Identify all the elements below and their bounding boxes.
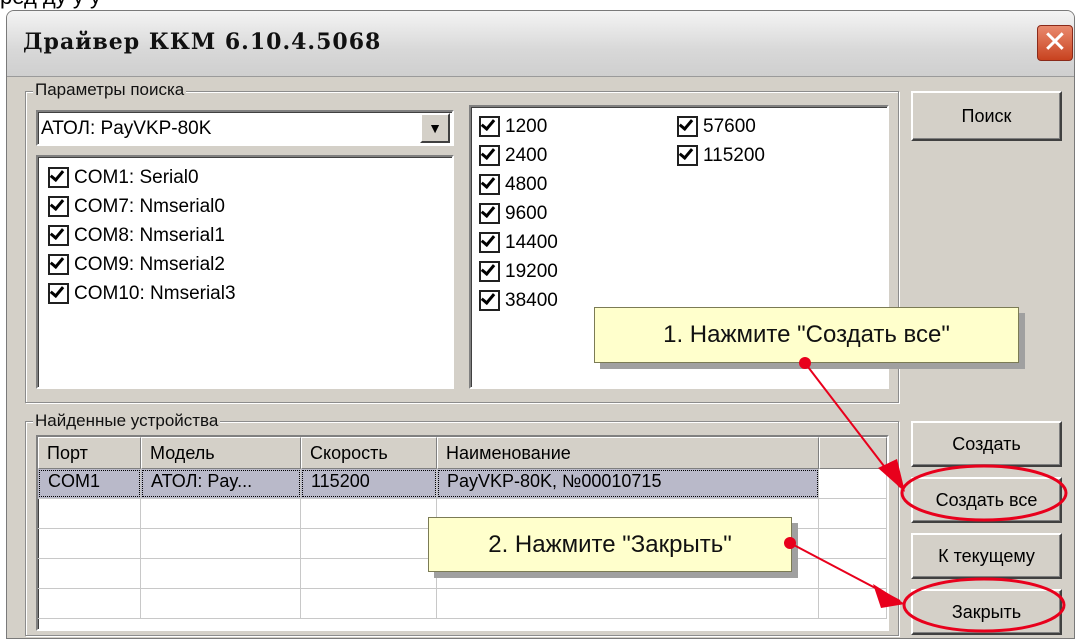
callout-step-1: 1. Нажмите "Создать все" (594, 307, 1019, 363)
baud-rate-label: 9600 (505, 202, 548, 224)
port-label: COM8: Nmserial1 (74, 224, 225, 246)
search-params-legend: Параметры поиска (33, 80, 187, 100)
col-header-extra (819, 437, 887, 469)
checkbox[interactable] (48, 225, 69, 246)
baud-rate-item[interactable]: 4800 (479, 170, 558, 199)
port-item[interactable]: COM1: Serial0 (48, 163, 452, 192)
checkbox[interactable] (479, 145, 500, 166)
baud-rate-item[interactable]: 2400 (479, 141, 558, 170)
checkbox[interactable] (479, 174, 500, 195)
baud-rate-label: 14400 (505, 231, 558, 253)
callout-step-2: 2. Нажмите "Закрыть" (428, 517, 792, 572)
checkbox[interactable] (48, 196, 69, 217)
checkbox[interactable] (479, 232, 500, 253)
close-icon[interactable]: ✕ (1037, 25, 1073, 61)
baud-rate-item[interactable]: 115200 (677, 141, 765, 170)
checkbox[interactable] (677, 145, 698, 166)
window-title: Драйвер ККМ 6.10.4.5068 (23, 29, 382, 55)
cropped-top-text: ред ду у у (0, 0, 101, 10)
port-item[interactable]: COM10: Nmserial3 (48, 279, 452, 308)
checkbox[interactable] (479, 203, 500, 224)
chevron-down-icon[interactable]: ▼ (420, 113, 450, 143)
to-current-button[interactable]: К текущему (911, 533, 1062, 579)
cell-port: COM1 (38, 469, 141, 498)
col-header-name[interactable]: Наименование (437, 437, 819, 469)
model-combo[interactable]: АТОЛ: PayVKP-80K ▼ (36, 110, 454, 146)
checkbox[interactable] (48, 254, 69, 275)
found-devices-legend: Найденные устройства (33, 411, 221, 431)
baud-rate-item[interactable]: 14400 (479, 228, 558, 257)
title-bar[interactable]: Драйвер ККМ 6.10.4.5068 ✕ (7, 11, 1074, 77)
port-item[interactable]: COM9: Nmserial2 (48, 250, 452, 279)
baud-column-1: 1200 2400 4800 9600 14400 19200 38400 (479, 112, 558, 315)
checkbox[interactable] (479, 290, 500, 311)
checkbox[interactable] (48, 167, 69, 188)
port-item[interactable]: COM8: Nmserial1 (48, 221, 452, 250)
baud-rate-label: 38400 (505, 289, 558, 311)
baud-rate-label: 4800 (505, 173, 548, 195)
col-header-port[interactable]: Порт (38, 437, 141, 469)
cell-model: АТОЛ: Pay... (141, 469, 301, 498)
table-row[interactable]: COM1 АТОЛ: Pay... 115200 PayVKP-80K, №00… (38, 469, 887, 499)
port-label: COM9: Nmserial2 (74, 253, 225, 275)
search-button[interactable]: Поиск (911, 91, 1062, 141)
create-all-button[interactable]: Создать все (911, 477, 1062, 523)
baud-column-2: 57600 115200 (677, 112, 765, 170)
baud-rate-item[interactable]: 38400 (479, 286, 558, 315)
cell-extra (819, 469, 887, 498)
checkbox[interactable] (677, 116, 698, 137)
ports-list[interactable]: COM1: Serial0 COM7: Nmserial0 COM8: Nmseri… (36, 155, 454, 389)
baud-rate-item[interactable]: 57600 (677, 112, 765, 141)
baud-rate-item[interactable]: 9600 (479, 199, 558, 228)
col-header-speed[interactable]: Скорость (301, 437, 437, 469)
table-row-empty (38, 589, 887, 619)
baud-rate-item[interactable]: 1200 (479, 112, 558, 141)
cell-speed: 115200 (301, 469, 437, 498)
baud-rate-label: 2400 (505, 144, 548, 166)
model-combo-value: АТОЛ: PayVKP-80K (41, 118, 212, 139)
port-label: COM1: Serial0 (74, 166, 199, 188)
port-label: COM10: Nmserial3 (74, 282, 236, 304)
baud-rate-label: 1200 (505, 115, 548, 137)
baud-rate-label: 115200 (703, 144, 765, 166)
checkbox[interactable] (479, 116, 500, 137)
checkbox[interactable] (479, 261, 500, 282)
baud-rate-label: 57600 (703, 115, 756, 137)
port-label: COM7: Nmserial0 (74, 195, 225, 217)
port-item[interactable]: COM7: Nmserial0 (48, 192, 452, 221)
baud-rate-item[interactable]: 19200 (479, 257, 558, 286)
table-header: Порт Модель Скорость Наименование (38, 437, 887, 469)
cell-name: PayVKP-80K, №00010715 (437, 469, 819, 498)
baud-rate-label: 19200 (505, 260, 558, 282)
close-button[interactable]: Закрыть (911, 589, 1062, 635)
create-button[interactable]: Создать (911, 421, 1062, 467)
checkbox[interactable] (48, 283, 69, 304)
col-header-model[interactable]: Модель (141, 437, 301, 469)
